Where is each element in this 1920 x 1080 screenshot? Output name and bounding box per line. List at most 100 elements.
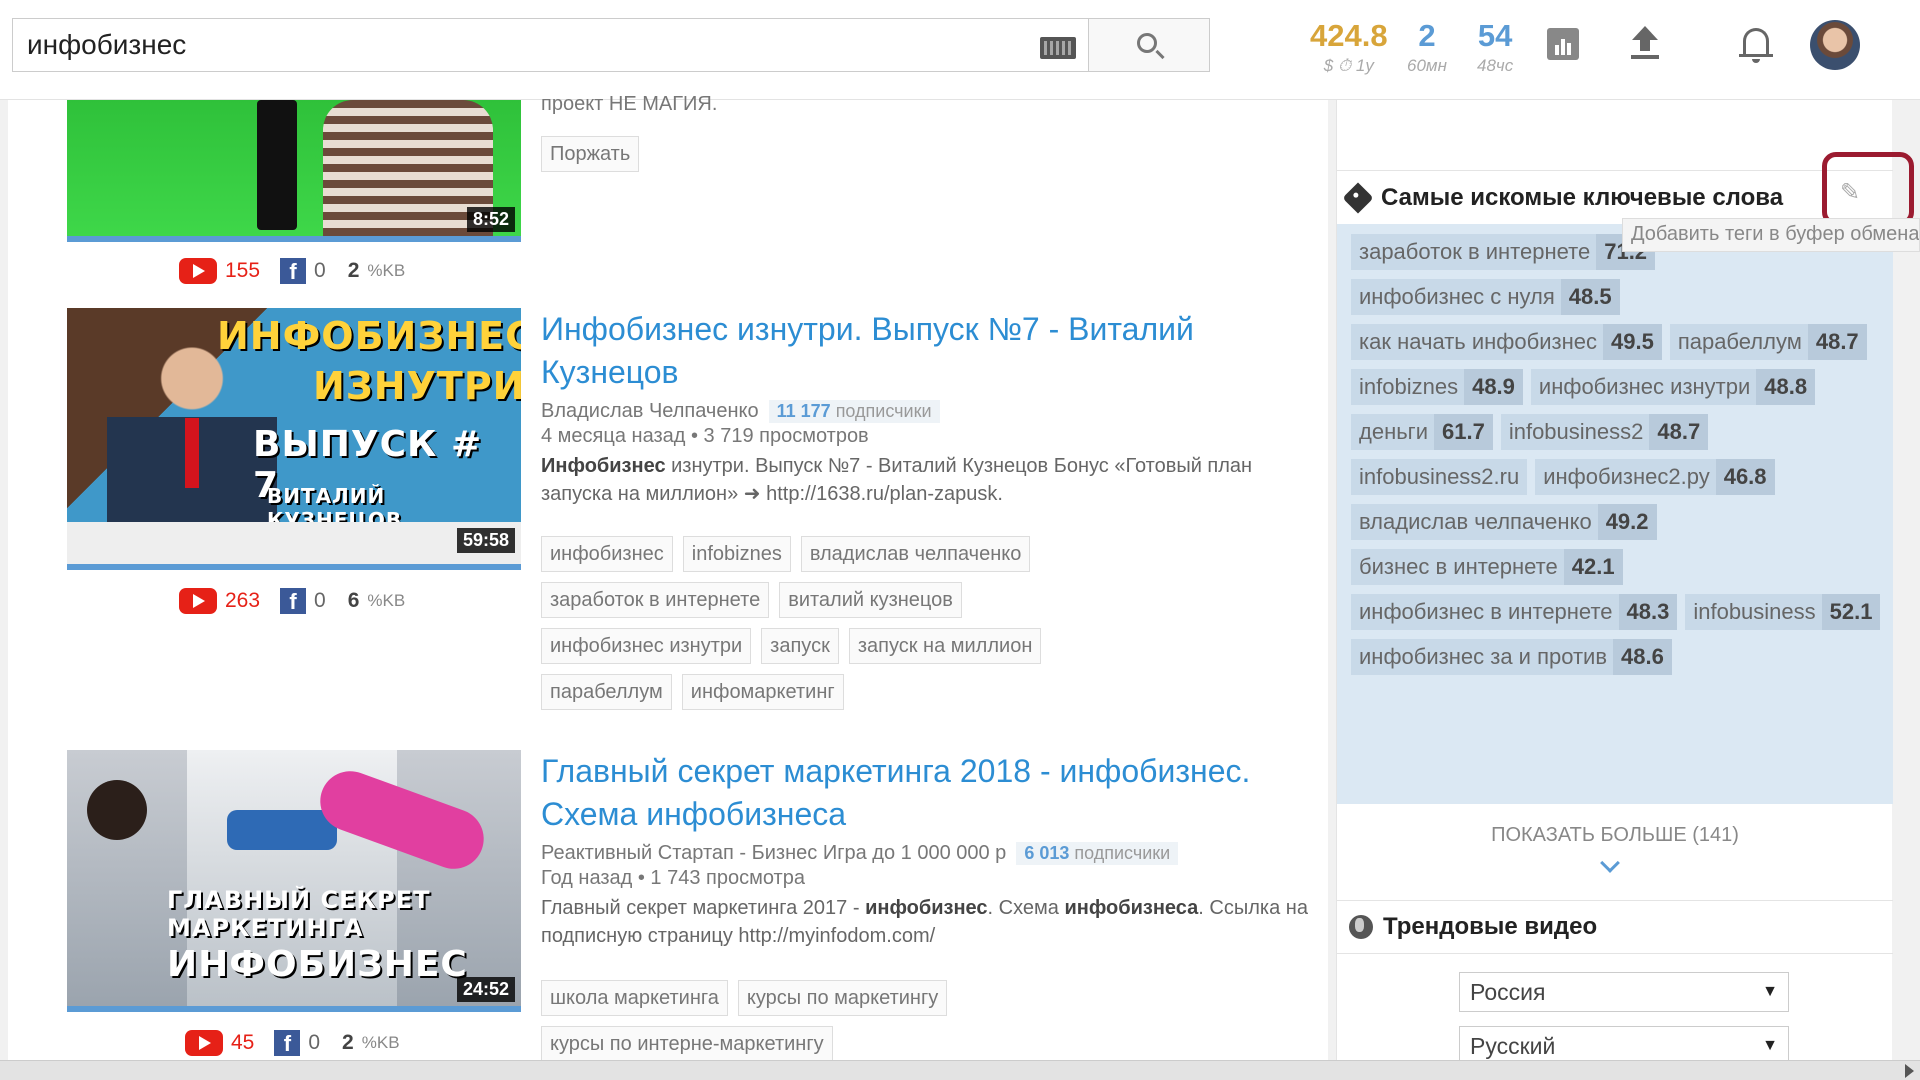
keyword-label: %KB bbox=[367, 591, 406, 610]
keyword-chip[interactable]: infobusiness2 48.7 bbox=[1500, 414, 1709, 450]
keyword-text: деньги bbox=[1359, 419, 1428, 444]
facebook-icon: f bbox=[280, 588, 307, 614]
dropdown-arrow-icon: ▼ bbox=[1762, 1037, 1778, 1054]
keyword-score: 48.5 bbox=[1560, 279, 1620, 315]
video-title[interactable]: Главный секрет маркетинга 2018 - инфобиз… bbox=[541, 750, 1321, 836]
avatar[interactable] bbox=[1810, 20, 1860, 70]
keyword-chip[interactable]: деньги 61.7 bbox=[1351, 414, 1493, 450]
video-title[interactable]: Инфобизнес изнутри. Выпуск №7 - Виталий … bbox=[541, 308, 1321, 394]
video-thumbnail[interactable]: 8:52 bbox=[67, 100, 521, 242]
video-tag[interactable]: запуск bbox=[761, 628, 839, 664]
select-value: Россия bbox=[1470, 978, 1546, 1005]
channel-line: Реактивный Стартап - Бизнес Игра до 1 00… bbox=[541, 842, 1321, 865]
keyword-chip[interactable]: инфобизнес2.ру 46.8 bbox=[1535, 459, 1775, 495]
scroll-right-icon[interactable] bbox=[1905, 1064, 1914, 1078]
keyword-count: 2 bbox=[347, 259, 360, 282]
subscriber-count: 6 013 bbox=[1024, 843, 1070, 863]
keyword-count: 6 bbox=[347, 589, 360, 612]
video-info: проект НЕ МАГИЯ. bbox=[541, 93, 1321, 118]
search-button[interactable] bbox=[1088, 18, 1210, 72]
keyword-chip[interactable]: бизнес в интернете 42.1 bbox=[1351, 549, 1623, 585]
keyword-score: 48.8 bbox=[1756, 369, 1816, 405]
upload-icon[interactable] bbox=[1624, 24, 1664, 64]
facebook-icon: f bbox=[274, 1030, 301, 1056]
keyword-chip[interactable]: инфобизнес с нуля 48.5 bbox=[1351, 279, 1620, 315]
keyword-score: 48.3 bbox=[1618, 594, 1678, 630]
description-highlight: Инфобизнес bbox=[541, 455, 666, 477]
keyword-score: 49.2 bbox=[1597, 504, 1657, 540]
keyword-chip[interactable]: infobusiness2.ru bbox=[1351, 459, 1528, 495]
bar-chart-icon[interactable] bbox=[1543, 24, 1583, 64]
video-tag[interactable]: infobiznes bbox=[682, 536, 791, 572]
country-select[interactable]: Россия ▼ bbox=[1459, 972, 1789, 1012]
keyword-chip[interactable]: владислав челпаченко 49.2 bbox=[1351, 504, 1657, 540]
stat-value: 54 bbox=[1477, 18, 1513, 53]
keyword-score: 61.7 bbox=[1434, 414, 1493, 450]
keyword-text: инфобизнес в интернете bbox=[1359, 599, 1613, 624]
bell-icon[interactable] bbox=[1736, 24, 1776, 64]
video-tag[interactable]: запуск на миллион bbox=[848, 628, 1042, 664]
chevron-down-icon[interactable] bbox=[1600, 853, 1620, 873]
section-title: Самые искомые ключевые слова bbox=[1381, 183, 1784, 211]
video-tag[interactable]: инфомаркетинг bbox=[681, 674, 844, 710]
video-tag[interactable]: инфобизнес bbox=[541, 536, 673, 572]
thumbnail-figure bbox=[227, 810, 337, 850]
horizontal-scrollbar[interactable] bbox=[0, 1060, 1920, 1080]
subscriber-badge: 11 177 подписчики bbox=[768, 400, 940, 423]
keyword-text: infobusiness2 bbox=[1508, 419, 1644, 444]
channel-name[interactable]: Реактивный Стартап - Бизнес Игра до 1 00… bbox=[541, 842, 1006, 865]
keyword-text: бизнес в интернете bbox=[1359, 554, 1558, 579]
video-description: Инфобизнес изнутри. Выпуск №7 - Виталий … bbox=[541, 452, 1321, 508]
keyword-chip[interactable]: инфобизнес в интернете 48.3 bbox=[1351, 594, 1678, 630]
keyword-chip[interactable]: infobusiness 52.1 bbox=[1685, 594, 1881, 630]
stat-earnings: 424.8 $ ⏱ 1у bbox=[1310, 18, 1388, 76]
youtube-icon bbox=[185, 1030, 223, 1056]
tag-icon bbox=[1342, 181, 1374, 214]
youtube-count: 45 bbox=[231, 1031, 255, 1054]
channel-line: Владислав Челпаченко 11 177 подписчики bbox=[541, 400, 1321, 423]
facebook-icon: f bbox=[280, 258, 307, 284]
video-duration: 8:52 bbox=[466, 207, 515, 232]
keywords-panel: заработок в интернете71.2 инфобизнес с н… bbox=[1337, 224, 1893, 804]
video-tag[interactable]: парабеллум bbox=[541, 674, 672, 710]
select-value: Русский bbox=[1470, 1032, 1556, 1059]
keyword-text: инфобизнес с нуля bbox=[1359, 284, 1555, 309]
section-title: Трендовые видео bbox=[1383, 913, 1598, 940]
search-bar bbox=[12, 18, 1210, 72]
video-tag[interactable]: Поржать bbox=[541, 136, 640, 172]
video-tag[interactable]: инфобизнес изнутри bbox=[541, 628, 752, 664]
keyword-chip[interactable]: как начать инфобизнес 49.5 bbox=[1351, 324, 1662, 360]
video-thumbnail[interactable]: ИНФОБИЗНЕС ИЗНУТРИ ВЫПУСК # 7 ВИТАЛИЙ КУ… bbox=[67, 308, 521, 570]
keyboard-icon[interactable] bbox=[1040, 37, 1076, 59]
video-tag[interactable]: курсы по интерне-маркетингу bbox=[541, 1026, 833, 1062]
keyword-chip[interactable]: инфобизнес изнутри 48.8 bbox=[1530, 369, 1816, 405]
stat-value: 2 bbox=[1418, 18, 1436, 53]
keyword-text: infobiznes bbox=[1359, 374, 1459, 399]
keyword-count: 2 bbox=[342, 1031, 354, 1054]
video-tag[interactable]: школа маркетинга bbox=[541, 980, 728, 1016]
keyword-text: инфобизнес за и против bbox=[1359, 644, 1608, 669]
video-metrics: 45 f 0 2 %KB bbox=[185, 1030, 400, 1056]
stat-60min: 2 60мн bbox=[1407, 18, 1447, 76]
highlight-annotation bbox=[1822, 152, 1914, 226]
video-tag[interactable]: курсы по маркетингу bbox=[737, 980, 948, 1016]
keyword-chip[interactable]: заработок в интернете71.2 bbox=[1351, 234, 1656, 270]
keyword-score: 42.1 bbox=[1563, 549, 1623, 585]
keyword-chip[interactable]: infobiznes 48.9 bbox=[1351, 369, 1523, 405]
video-tag[interactable]: виталий кузнецов bbox=[779, 582, 962, 618]
video-tag[interactable]: заработок в интернете bbox=[541, 582, 770, 618]
video-thumbnail[interactable]: ГЛАВНЫЙ СЕКРЕТ МАРКЕТИНГА ИНФОБИЗНЕС 24:… bbox=[67, 750, 521, 1012]
facebook-count: 0 bbox=[314, 259, 326, 282]
keyword-chip[interactable]: парабеллум 48.7 bbox=[1669, 324, 1867, 360]
channel-name[interactable]: Владислав Челпаченко bbox=[541, 400, 759, 423]
stat-48h: 54 48чс bbox=[1477, 18, 1513, 76]
keyword-chip[interactable]: инфобизнес за и против 48.6 bbox=[1351, 639, 1672, 675]
video-metrics: 155 f 0 2 %KB bbox=[179, 258, 405, 284]
keyword-text: парабеллум bbox=[1677, 329, 1802, 354]
video-tag[interactable]: владислав челпаченко bbox=[800, 536, 1031, 572]
thumbnail-text: ИНФОБИЗНЕС bbox=[217, 314, 521, 358]
keyword-text: инфобизнес2.ру bbox=[1543, 464, 1710, 489]
show-more-button[interactable]: ПОКАЗАТЬ БОЛЬШЕ (141) bbox=[1337, 824, 1893, 847]
video-metrics: 263 f 0 6 %KB bbox=[179, 588, 405, 614]
search-input[interactable] bbox=[12, 18, 1088, 72]
